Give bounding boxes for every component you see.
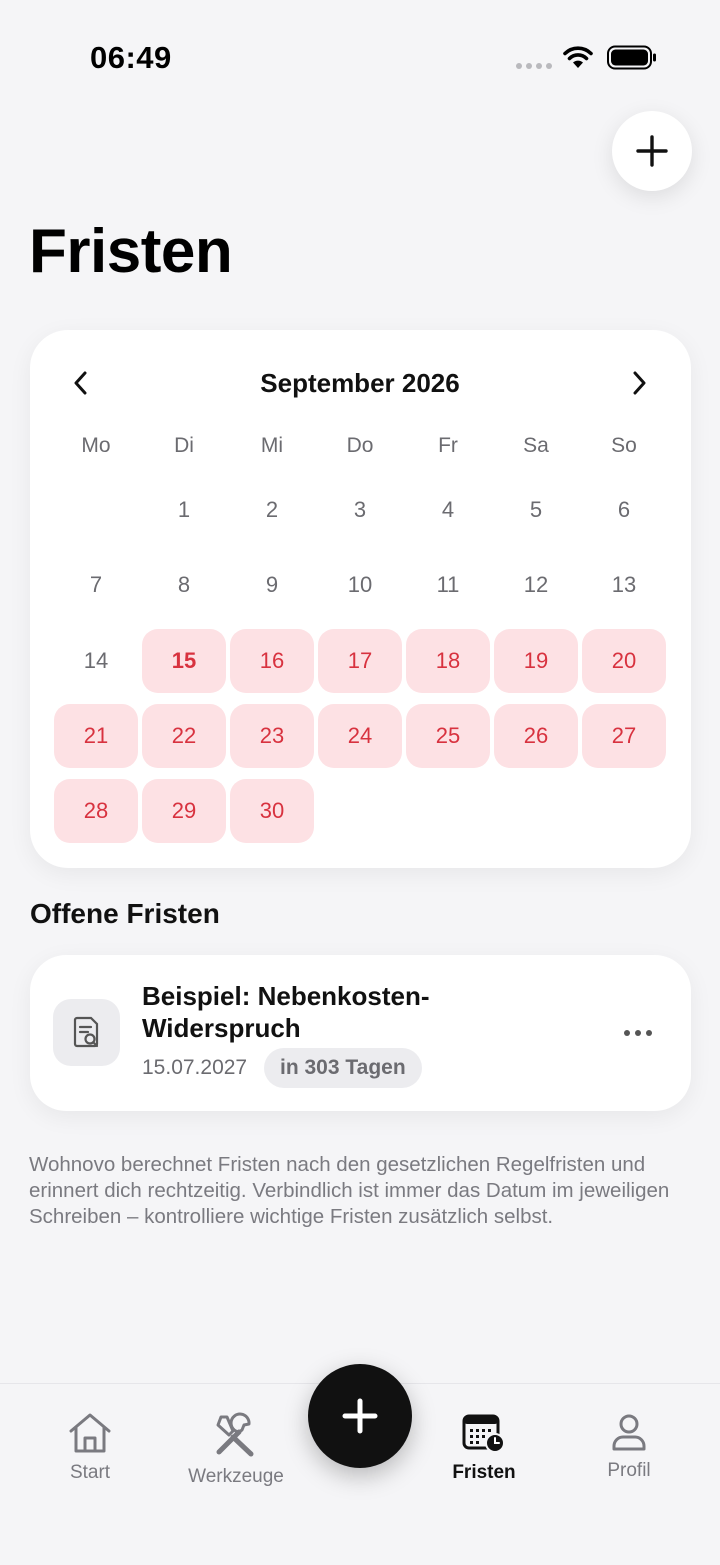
weekday-label: Di <box>174 434 194 457</box>
calendar-day[interactable]: 3 <box>318 478 402 542</box>
more-options-button[interactable] <box>620 1018 656 1048</box>
document-search-icon <box>53 999 120 1066</box>
deadline-date: 15.07.2027 <box>142 1056 248 1079</box>
calendar-day[interactable]: 2 <box>230 478 314 542</box>
next-month-button[interactable] <box>622 366 656 400</box>
nav-label-start: Start <box>69 1462 111 1483</box>
nav-item-fristen[interactable]: Fristen <box>434 1412 534 1484</box>
calendar-day[interactable]: 7 <box>54 553 138 617</box>
nav-label-profil: Profil <box>607 1460 651 1481</box>
previous-month-button[interactable] <box>64 366 98 400</box>
calendar-day[interactable]: 9 <box>230 553 314 617</box>
calendar-day[interactable]: 28 <box>54 779 138 843</box>
calendar-clock-icon <box>462 1414 505 1453</box>
status-time: 06:49 <box>90 40 172 75</box>
cellular-signal-icon <box>516 63 552 71</box>
plus-icon <box>636 135 668 167</box>
nav-item-start[interactable]: Start <box>40 1412 140 1484</box>
tools-icon <box>216 1412 254 1457</box>
weekday-label: Do <box>346 434 374 457</box>
battery-icon <box>607 45 656 70</box>
calendar-day[interactable]: 26 <box>494 704 578 768</box>
calendar-month-label: September 2026 <box>260 368 460 398</box>
home-icon <box>69 1413 111 1453</box>
calendar-day[interactable]: 30 <box>230 779 314 843</box>
calendar-day[interactable]: 10 <box>318 553 402 617</box>
status-bar: 06:49 <box>0 0 720 110</box>
chevron-right-icon <box>633 371 646 395</box>
page-title: Fristen <box>29 217 233 286</box>
fab-add-button[interactable] <box>308 1364 412 1468</box>
plus-icon <box>342 1398 378 1434</box>
calendar-day[interactable]: 14 <box>54 629 138 693</box>
calendar-day[interactable]: 17 <box>318 629 402 693</box>
calendar-day[interactable]: 27 <box>582 704 666 768</box>
calendar-day[interactable]: 15 <box>142 629 226 693</box>
calendar-day[interactable]: 19 <box>494 629 578 693</box>
calendar-day[interactable]: 22 <box>142 704 226 768</box>
weekday-label: Sa <box>523 434 549 457</box>
calendar-day[interactable]: 23 <box>230 704 314 768</box>
calendar-day[interactable]: 21 <box>54 704 138 768</box>
wifi-icon <box>563 46 593 68</box>
calendar-day[interactable]: 16 <box>230 629 314 693</box>
calendar-day[interactable]: 8 <box>142 553 226 617</box>
person-icon <box>612 1414 646 1451</box>
weekday-label: So <box>611 434 637 457</box>
nav-item-werkzeuge[interactable]: Werkzeuge <box>180 1412 292 1488</box>
nav-label-werkzeuge: Werkzeuge <box>188 1466 284 1487</box>
calendar-day[interactable]: 20 <box>582 629 666 693</box>
calendar-day[interactable]: 25 <box>406 704 490 768</box>
weekday-label: Mi <box>260 434 284 457</box>
calendar-day[interactable]: 11 <box>406 553 490 617</box>
calendar-day[interactable]: 13 <box>582 553 666 617</box>
calendar-day[interactable]: 18 <box>406 629 490 693</box>
calendar-day[interactable]: 5 <box>494 478 578 542</box>
calendar-day[interactable]: 1 <box>142 478 226 542</box>
deadline-days-badge: in 303 Tagen <box>264 1048 422 1088</box>
weekday-label: Mo <box>81 434 111 457</box>
chevron-left-icon <box>74 371 87 395</box>
section-title-open-deadlines: Offene Fristen <box>30 898 220 929</box>
add-deadline-button[interactable] <box>612 111 692 191</box>
nav-label-fristen: Fristen <box>452 1462 516 1483</box>
disclaimer-text: Wohnovo berechnet Fristen nach den geset… <box>29 1153 670 1228</box>
deadline-title: Beispiel: Nebenkosten-Widerspruch <box>142 981 430 1043</box>
calendar-day[interactable]: 6 <box>582 478 666 542</box>
calendar-day[interactable]: 4 <box>406 478 490 542</box>
weekday-label: Fr <box>438 434 458 457</box>
calendar-day[interactable]: 12 <box>494 553 578 617</box>
nav-item-profil[interactable]: Profil <box>579 1412 679 1482</box>
calendar-day[interactable]: 29 <box>142 779 226 843</box>
calendar-day[interactable]: 24 <box>318 704 402 768</box>
